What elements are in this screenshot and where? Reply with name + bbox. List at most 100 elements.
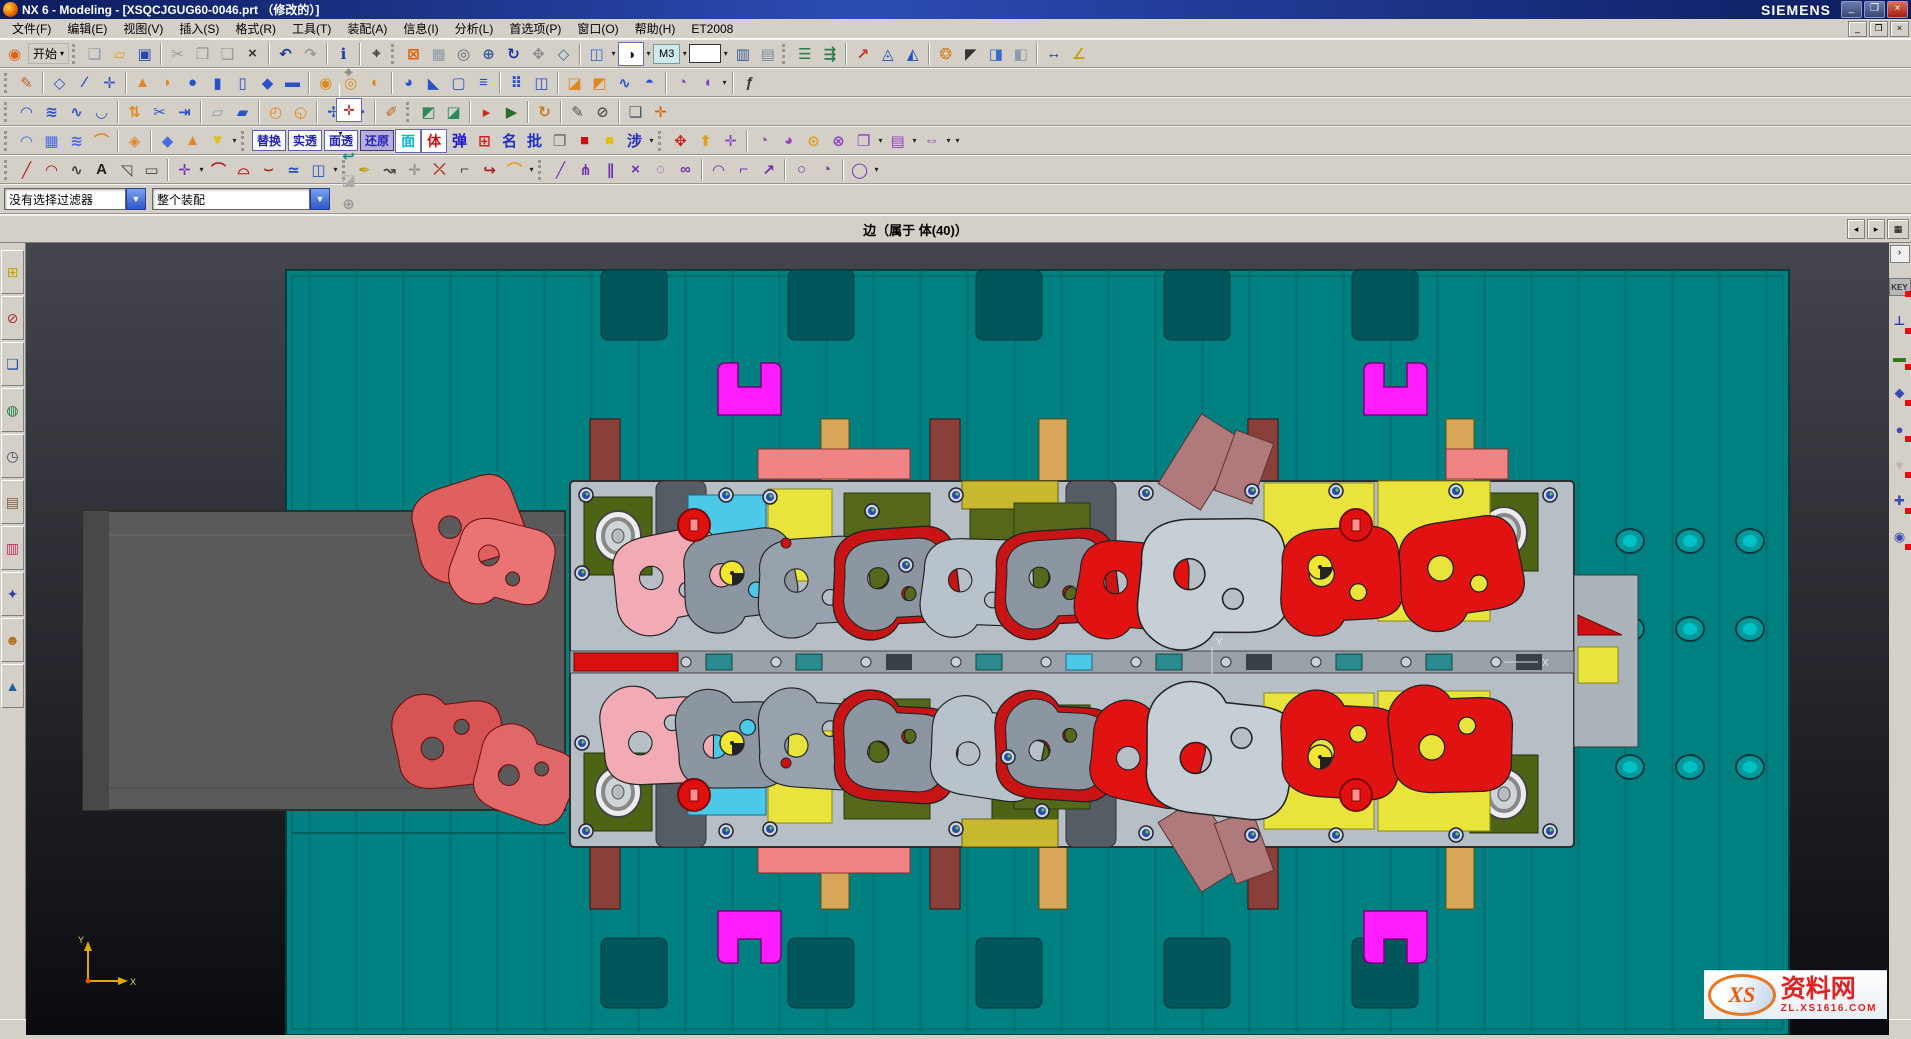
- hole-icon[interactable]: ●: [180, 71, 205, 95]
- toolbar-grip[interactable]: [241, 131, 247, 151]
- dropdown-caret[interactable]: ▾: [336, 122, 345, 144]
- doc-minimize-button[interactable]: _: [1848, 21, 1867, 37]
- swept-surface-icon[interactable]: ∿: [64, 100, 89, 124]
- face-blend-icon[interactable]: ◴: [263, 100, 288, 124]
- cut-icon[interactable]: ✂: [165, 42, 190, 66]
- undo-icon[interactable]: ↶: [273, 42, 298, 66]
- cross-curve-icon[interactable]: ✛: [402, 158, 427, 182]
- save-icon[interactable]: ▣: [132, 42, 157, 66]
- thicken-icon[interactable]: ◓: [637, 71, 662, 95]
- dropdown-caret[interactable]: ▾: [910, 130, 919, 152]
- constraint-navigator-tab[interactable]: ⊘: [1, 296, 24, 340]
- datum-vector-icon[interactable]: ↗: [850, 42, 875, 66]
- selection-scope-field[interactable]: 整个装配: [152, 188, 310, 210]
- through-curves-icon[interactable]: ≋: [39, 100, 64, 124]
- menu-item-2[interactable]: 视图(V): [115, 21, 171, 37]
- spring-icon[interactable]: 弹: [447, 129, 472, 153]
- through-curves2-icon[interactable]: ≋: [64, 129, 89, 153]
- edit-surface-icon[interactable]: ✐: [379, 100, 404, 124]
- toolbar-grip[interactable]: [782, 44, 788, 64]
- restore-button[interactable]: 还原: [360, 130, 394, 151]
- menu-item-5[interactable]: 工具(T): [284, 21, 339, 37]
- zoom-in-out-icon[interactable]: ⊕: [476, 42, 501, 66]
- edit-params-icon[interactable]: ✎: [565, 100, 590, 124]
- assembly-navigator-tab[interactable]: ⊞: [1, 250, 24, 294]
- view-combo[interactable]: M3: [653, 44, 680, 64]
- end-block[interactable]: [1574, 575, 1638, 747]
- revolve-icon[interactable]: ◗: [155, 71, 180, 95]
- part-studio-tab[interactable]: ✦: [1, 572, 24, 616]
- dropdown-caret[interactable]: ▾: [720, 72, 729, 94]
- delete-icon[interactable]: ×: [240, 42, 265, 66]
- unite-icon[interactable]: ◉: [313, 71, 338, 95]
- sketch-circle-icon[interactable]: ○: [789, 158, 814, 182]
- drag-component-icon[interactable]: ✛: [718, 129, 743, 153]
- toolbar-grip[interactable]: [406, 102, 412, 122]
- dropdown-caret[interactable]: ▾: [609, 43, 618, 65]
- layer-category-icon[interactable]: ⇶: [817, 42, 842, 66]
- true-shading-tab[interactable]: ▲: [1, 664, 24, 708]
- pocket-icon[interactable]: ▯: [230, 71, 255, 95]
- layout-views-icon[interactable]: ❏: [623, 100, 648, 124]
- datum-axis-icon[interactable]: ∕: [72, 71, 97, 95]
- solid-transparent-button[interactable]: 实透: [288, 130, 322, 151]
- dropdown-caret[interactable]: ▾: [647, 130, 656, 152]
- selection-filter-field[interactable]: 没有选择过滤器: [4, 188, 126, 210]
- n-sided-surface-icon[interactable]: ▲: [180, 129, 205, 153]
- select-region-icon[interactable]: ✛: [336, 98, 362, 122]
- prompt-corner-icon[interactable]: ▦: [1887, 219, 1909, 239]
- cad-scene[interactable]: Y X Y X: [26, 243, 1889, 1035]
- dropdown-caret[interactable]: ▾: [197, 159, 206, 181]
- zoom-box-icon[interactable]: ◎: [451, 42, 476, 66]
- update-model-icon[interactable]: ↻: [532, 100, 557, 124]
- full-circle-icon[interactable]: ◯: [847, 158, 872, 182]
- trim-sheet-icon[interactable]: ✂: [147, 100, 172, 124]
- bounded-plane-icon[interactable]: ▱: [205, 100, 230, 124]
- extend-curve-icon[interactable]: ↪: [477, 158, 502, 182]
- paste-icon[interactable]: ❑: [215, 42, 240, 66]
- orient-wcs-icon[interactable]: ◬: [875, 42, 900, 66]
- pan-hand-icon[interactable]: ✥: [526, 42, 551, 66]
- four-point-surface-icon[interactable]: ▰: [230, 100, 255, 124]
- array-component-icon[interactable]: ▤: [885, 129, 910, 153]
- styled-blend-icon[interactable]: ◵: [288, 100, 313, 124]
- current-feature-icon[interactable]: ▸: [474, 100, 499, 124]
- spline-icon[interactable]: ∿: [64, 158, 89, 182]
- find-next-icon[interactable]: ⊕: [336, 192, 361, 216]
- new-file-icon[interactable]: ❏: [82, 42, 107, 66]
- parallel-lines-icon[interactable]: ∥: [598, 158, 623, 182]
- hd3d-tool-tab[interactable]: ▤: [1, 480, 24, 524]
- cylinder-constraint-icon[interactable]: ⊙: [801, 129, 826, 153]
- sew-icon[interactable]: ∿: [612, 71, 637, 95]
- show-hide-icon[interactable]: ◨: [983, 42, 1008, 66]
- pour-surface-icon[interactable]: ≃: [281, 158, 306, 182]
- part-navigator-tab[interactable]: ❏: [1, 342, 24, 386]
- suppress-feature-icon[interactable]: ⊘: [590, 100, 615, 124]
- circle-radius-icon[interactable]: ◔: [814, 158, 839, 182]
- name-icon[interactable]: 名: [497, 129, 522, 153]
- view-cube-icon[interactable]: ◫: [584, 42, 609, 66]
- corner-trim-icon[interactable]: ⌐: [452, 158, 477, 182]
- section-surface-icon[interactable]: ◡: [89, 100, 114, 124]
- punch-component-item[interactable]: ⊥: [1890, 310, 1910, 332]
- selection-filter-dropdown[interactable]: ▼: [126, 188, 146, 210]
- menu-item-12[interactable]: ET2008: [683, 21, 741, 37]
- invert-shown-icon[interactable]: ◧: [1008, 42, 1033, 66]
- menu-item-1[interactable]: 编辑(E): [59, 21, 115, 37]
- measure-distance-icon[interactable]: ↔: [1041, 42, 1066, 66]
- render-style-icon[interactable]: ◑: [618, 42, 644, 66]
- stripper-bolt-item[interactable]: ✚: [1890, 490, 1910, 512]
- palette-icon[interactable]: ❂: [933, 42, 958, 66]
- edge-blend-icon[interactable]: ◕: [396, 71, 421, 95]
- point-icon[interactable]: ✛: [97, 71, 122, 95]
- clip-section-icon[interactable]: ◪: [441, 100, 466, 124]
- two-circles-icon[interactable]: ∞: [673, 158, 698, 182]
- section-body-icon[interactable]: ◆: [155, 129, 180, 153]
- dropdown-caret[interactable]: ▾: [527, 159, 536, 181]
- die-button-item[interactable]: ▬: [1890, 346, 1910, 368]
- face-display-icon[interactable]: 面: [395, 129, 421, 153]
- fit-all-icon[interactable]: ✛: [648, 100, 673, 124]
- doc-restore-button[interactable]: ❐: [1869, 21, 1888, 37]
- link-body-icon[interactable]: ◕: [776, 129, 801, 153]
- promote-body-icon[interactable]: ◖: [695, 71, 720, 95]
